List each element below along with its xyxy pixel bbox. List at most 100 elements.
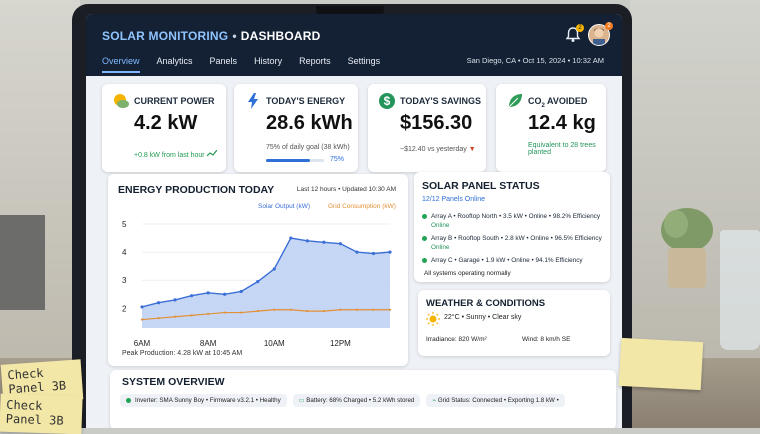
grid-consumption-point xyxy=(256,310,259,313)
y-tick-label: 5 xyxy=(122,220,127,229)
legend-solar-output[interactable]: Solar Output (kW) xyxy=(258,203,310,210)
grid-chip[interactable]: ⌁ Grid Status: Connected • Exporting 1.8… xyxy=(426,394,565,407)
status-dot-icon xyxy=(422,257,427,263)
battery-icon: ▭ xyxy=(298,397,305,404)
legend-grid-consumption[interactable]: Grid Consumption (kW) xyxy=(328,203,396,210)
grid-consumption-point xyxy=(388,308,392,311)
solar-output-point xyxy=(322,240,326,244)
x-tick-label: 10AM xyxy=(264,339,285,348)
panel-status-footer: All systems operating normally xyxy=(424,270,511,277)
y-tick-label: 4 xyxy=(122,248,127,257)
water-glass xyxy=(720,230,760,350)
energy-goal-progress xyxy=(266,159,324,162)
grid-consumption-point xyxy=(273,308,276,311)
brand-separator: • xyxy=(232,29,237,43)
trend-down-icon: ▼ xyxy=(468,146,476,153)
solar-output-area xyxy=(142,238,390,328)
todays-savings-value: $156.30 xyxy=(400,112,473,134)
panels-online-count: 12/12 Panels Online xyxy=(422,196,486,203)
co2-equivalent-line1: Equivalent to 28 trees xyxy=(528,142,596,149)
system-overview-title: SYSTEM OVERVIEW xyxy=(122,376,225,388)
solar-output-point xyxy=(289,236,293,240)
sun-cloud-icon xyxy=(112,92,130,110)
solar-output-point xyxy=(140,305,144,309)
todays-savings-card[interactable]: $ TODAY'S SAVINGS $156.30 ~$12.40 vs yes… xyxy=(368,84,486,172)
current-power-value: 4.2 kW xyxy=(134,112,198,134)
current-power-change-text: +0.8 kW from last hour xyxy=(134,152,205,159)
energy-goal-percent: 75% xyxy=(330,156,345,163)
todays-energy-label: TODAY'S ENERGY xyxy=(266,96,346,106)
current-power-card[interactable]: CURRENT POWER 4.2 kW +0.8 kW from last h… xyxy=(102,84,226,172)
solar-output-point xyxy=(338,242,342,246)
weather-title: WEATHER & CONDITIONS xyxy=(426,298,546,309)
y-tick-label: 2 xyxy=(122,304,127,313)
energy-chart-range: Last 12 hours • Updated 10:30 AM xyxy=(296,186,396,193)
app-title: SOLAR MONITORING • DASHBOARD xyxy=(102,29,321,43)
array-a-row[interactable]: Array A • Rooftop North • 3.5 kW • Onlin… xyxy=(422,212,608,230)
grid-consumption-point xyxy=(207,312,210,316)
solar-output-point xyxy=(305,239,309,243)
array-c-row[interactable]: Array C • Garage • 1.9 kW • Online • 94.… xyxy=(422,256,608,265)
dashboard-screen: SOLAR MONITORING • DASHBOARD Overview Anal… xyxy=(86,14,622,428)
todays-energy-card[interactable]: TODAY'S ENERGY 28.6 kWh 75% of daily goa… xyxy=(234,84,358,172)
grid-consumption-point xyxy=(240,311,243,314)
battery-chip[interactable]: ▭ Battery: 68% Charged • 5.2 kWh stored xyxy=(292,394,421,407)
todays-energy-goal: 75% of daily goal (38 kWh) xyxy=(266,144,350,151)
weather-card: WEATHER & CONDITIONS 22°C • Sunny • Clea… xyxy=(418,290,610,356)
grid-consumption-point xyxy=(289,308,292,311)
array-a-line2: Online xyxy=(431,222,450,229)
nav-tabs: Overview Analytics Panels History Report… xyxy=(102,56,397,73)
leaf-icon xyxy=(506,92,524,110)
brand-secondary: DASHBOARD xyxy=(240,29,321,43)
sticky-note-text: Check Panel 3B xyxy=(6,365,67,397)
savings-change-text: ~$12.40 vs yesterday xyxy=(400,146,467,153)
grid-icon: ⌁ xyxy=(432,397,437,404)
grid-consumption-point xyxy=(157,317,160,320)
tab-settings[interactable]: Settings xyxy=(348,56,381,73)
irradiance: Irradiance: 820 W/m² xyxy=(426,336,487,343)
inverter-chip[interactable]: Inverter: SMA Sunny Boy • Firmware v3.2.… xyxy=(120,394,287,407)
energy-chart[interactable]: 5 4 3 2 6AM 8AM 10AM 12PM xyxy=(108,210,408,360)
array-c-line1: Array C • Garage • 1.9 kW • Online • 94.… xyxy=(431,257,583,264)
notification-badge: 2 xyxy=(576,24,584,32)
array-b-row[interactable]: Array B • Rooftop South • 2.8 kW • Onlin… xyxy=(422,234,608,252)
grid-status: Grid Status: Connected • Exporting 1.8 k… xyxy=(437,397,559,404)
array-a-line1: Array A • Rooftop North • 3.5 kW • Onlin… xyxy=(431,213,601,220)
grid-consumption-point xyxy=(339,308,342,311)
svg-text:$: $ xyxy=(384,94,391,108)
wind: Wind: 8 km/h SE xyxy=(522,336,571,343)
y-tick-label: 3 xyxy=(122,276,127,285)
weather-condition: 22°C • Sunny • Clear sky xyxy=(444,314,522,321)
co2-equivalent-line2: planted xyxy=(528,149,551,156)
array-b-line2: Online xyxy=(431,244,450,251)
co2-equivalent: Equivalent to 28 trees planted xyxy=(528,142,596,156)
grid-consumption-point xyxy=(223,311,226,314)
co2-avoided-label: CO2 AVOIDED xyxy=(528,96,587,109)
co2-avoided-value: 12.4 kg xyxy=(528,112,596,134)
grid-consumption-point xyxy=(355,308,359,311)
avatar-badge: 2 xyxy=(605,22,613,30)
x-tick-label: 12PM xyxy=(330,339,351,348)
plant xyxy=(652,200,722,290)
sticky-note-right xyxy=(618,337,704,391)
solar-output-point xyxy=(272,267,276,271)
x-tick-label: 8AM xyxy=(200,339,217,348)
tab-analytics[interactable]: Analytics xyxy=(157,56,193,73)
system-chips: Inverter: SMA Sunny Boy • Firmware v3.2.… xyxy=(120,394,565,407)
current-power-label: CURRENT POWER xyxy=(134,96,215,106)
energy-goal-progress-fill xyxy=(266,159,310,162)
tab-panels[interactable]: Panels xyxy=(210,56,238,73)
tab-history[interactable]: History xyxy=(254,56,282,73)
solar-output-point xyxy=(371,251,376,256)
todays-energy-value: 28.6 kWh xyxy=(266,112,353,134)
tab-reports[interactable]: Reports xyxy=(299,56,331,73)
solar-output-point xyxy=(223,292,227,296)
solar-output-point xyxy=(355,250,359,254)
solar-output-point xyxy=(173,298,177,302)
inverter-status: Inverter: SMA Sunny Boy • Firmware v3.2.… xyxy=(135,397,281,404)
grid-consumption-point xyxy=(140,318,144,321)
tab-overview[interactable]: Overview xyxy=(102,56,140,73)
array-b-line1: Array B • Rooftop South • 2.8 kW • Onlin… xyxy=(431,235,602,242)
grid-consumption-point xyxy=(372,308,375,311)
co2-avoided-card[interactable]: CO2 AVOIDED 12.4 kg Equivalent to 28 tre… xyxy=(496,84,606,172)
